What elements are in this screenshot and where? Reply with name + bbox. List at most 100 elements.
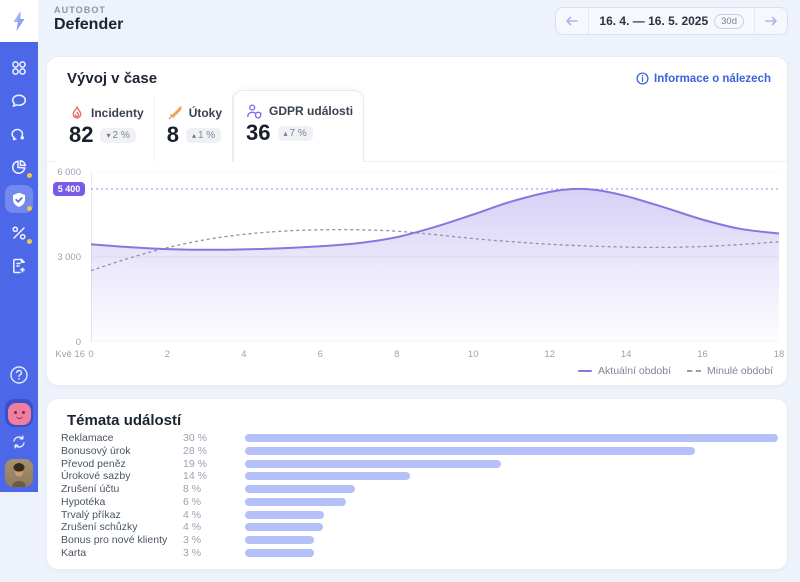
- y-axis-tick: 0: [47, 337, 81, 348]
- sidebar-item-defender[interactable]: [0, 183, 38, 216]
- notification-dot: [27, 206, 32, 211]
- topics-bar-chart: Reklamace30 %Bonusový úrok28 %Převod pen…: [61, 432, 778, 559]
- trend-card-header: Vývoj v čase Informace o nálezech: [47, 57, 787, 87]
- topic-row: Karta3 %: [61, 547, 778, 559]
- topic-bar[interactable]: [245, 498, 346, 506]
- tab-incidenty[interactable]: Incidenty 82 ▾ 2 %: [57, 95, 155, 162]
- trend-card-title: Vývoj v čase: [67, 70, 157, 87]
- topic-bar[interactable]: [245, 434, 778, 442]
- tab-delta-badge: ▾ 2 %: [100, 128, 135, 143]
- tab-gdpr-udalosti[interactable]: GDPR události 36 ▴ 7 %: [233, 90, 364, 162]
- topic-row: Reklamace30 %: [61, 432, 778, 444]
- trend-chart-plot: [91, 172, 779, 342]
- topic-row: Zrušení schůzky4 %: [61, 521, 778, 533]
- topic-label: Zrušení účtu: [61, 483, 183, 495]
- sidebar-nav: [0, 42, 38, 492]
- topic-bar-track: [245, 434, 778, 442]
- topic-row: Bonusový úrok28 %: [61, 445, 778, 457]
- percent-icon: [9, 223, 29, 243]
- tab-delta-value: 1 %: [198, 130, 215, 141]
- legend-item-previous: Minulé období: [687, 365, 773, 377]
- document-export-icon: [9, 256, 29, 276]
- sidebar-item-conversations[interactable]: [0, 117, 38, 150]
- sidebar-item-export[interactable]: [0, 249, 38, 282]
- topic-row: Převod peněz19 %: [61, 458, 778, 470]
- topic-percentage: 28 %: [183, 445, 209, 457]
- topic-bar[interactable]: [245, 549, 314, 557]
- topic-label: Karta: [61, 547, 183, 559]
- lightning-bolt-icon: [9, 10, 29, 32]
- range-length-badge: 30d: [714, 14, 744, 29]
- topic-bar[interactable]: [245, 460, 501, 468]
- tab-label: Útoky: [189, 106, 222, 120]
- sidebar-item-dashboard[interactable]: [0, 51, 38, 84]
- sidebar-item-sync[interactable]: [0, 431, 38, 453]
- topic-percentage: 30 %: [183, 432, 209, 444]
- topics-card: Témata událostí Reklamace30 %Bonusový úr…: [46, 398, 788, 570]
- app-logo[interactable]: [0, 0, 38, 42]
- topic-label: Zrušení schůzky: [61, 521, 183, 533]
- topic-bar[interactable]: [245, 536, 314, 544]
- tab-delta-badge: ▴ 7 %: [278, 126, 313, 141]
- topic-row: Hypotéka6 %: [61, 496, 778, 508]
- sidebar-item-chat[interactable]: [0, 84, 38, 117]
- brand-block: AUTOBOT Defender: [54, 5, 123, 34]
- apps-grid-icon: [9, 58, 29, 78]
- tab-utoky[interactable]: Útoky 8 ▴ 1 %: [155, 95, 233, 162]
- topic-bar[interactable]: [245, 523, 323, 531]
- topic-bar[interactable]: [245, 511, 324, 519]
- topic-bar-track: [245, 511, 778, 519]
- x-axis-tick: 14: [616, 349, 636, 360]
- topic-label: Reklamace: [61, 432, 183, 444]
- prev-period-button[interactable]: [556, 8, 589, 34]
- topic-bar[interactable]: [245, 485, 355, 493]
- topic-row: Úrokové sazby14 %: [61, 470, 778, 482]
- topic-bar[interactable]: [245, 472, 410, 480]
- legend-label: Minulé období: [707, 365, 773, 377]
- flame-icon: [69, 105, 85, 121]
- x-axis-tick: 16: [693, 349, 713, 360]
- date-range-text: 16. 4. — 16. 5. 2025: [599, 14, 708, 28]
- topic-bar-track: [245, 472, 778, 480]
- date-range-picker: 16. 4. — 16. 5. 2025 30d: [555, 7, 788, 35]
- topic-percentage: 14 %: [183, 470, 209, 482]
- x-axis-tick: 12: [540, 349, 560, 360]
- help-icon: [8, 364, 30, 386]
- mascot-face: [8, 403, 31, 425]
- x-axis-tick: 10: [463, 349, 483, 360]
- sidebar-item-rates[interactable]: [0, 216, 38, 249]
- sync-icon: [11, 434, 27, 450]
- user-avatar[interactable]: [5, 459, 33, 487]
- findings-info-link[interactable]: Informace o nálezech: [636, 72, 771, 85]
- topic-percentage: 4 %: [183, 509, 209, 521]
- y-axis-tick: 3 000: [47, 252, 81, 263]
- tab-delta-value: 7 %: [290, 128, 307, 139]
- topic-bar-track: [245, 460, 778, 468]
- date-range-display[interactable]: 16. 4. — 16. 5. 2025 30d: [589, 8, 754, 34]
- topic-row: Zrušení účtu8 %: [61, 483, 778, 495]
- app-root: AUTOBOT Defender 16. 4. — 16. 5. 2025 30…: [0, 0, 800, 582]
- topic-label: Trvalý příkaz: [61, 509, 183, 521]
- sidebar-item-analytics[interactable]: [0, 150, 38, 183]
- page-title: Defender: [54, 16, 123, 34]
- brand-label: AUTOBOT: [54, 5, 123, 15]
- assistant-mascot[interactable]: [5, 399, 33, 427]
- topic-percentage: 4 %: [183, 521, 209, 533]
- x-axis-tick: 4: [234, 349, 254, 360]
- next-period-button[interactable]: [754, 8, 787, 34]
- sidebar-item-help[interactable]: [0, 358, 38, 391]
- tab-label: Incidenty: [91, 106, 144, 120]
- tab-value: 8: [167, 124, 179, 146]
- threshold-badge: 5 400: [53, 182, 85, 196]
- topic-bar-track: [245, 536, 778, 544]
- topic-bar[interactable]: [245, 447, 695, 455]
- topics-card-header: Témata událostí: [47, 399, 787, 429]
- topic-label: Úrokové sazby: [61, 470, 183, 482]
- topic-bar-track: [245, 549, 778, 557]
- findings-info-label: Informace o nálezech: [654, 73, 771, 85]
- chat-bubble-icon: [9, 91, 29, 111]
- solid-line-swatch: [578, 370, 592, 372]
- info-icon: [636, 72, 649, 85]
- topic-percentage: 8 %: [183, 483, 209, 495]
- topic-bar-track: [245, 485, 778, 493]
